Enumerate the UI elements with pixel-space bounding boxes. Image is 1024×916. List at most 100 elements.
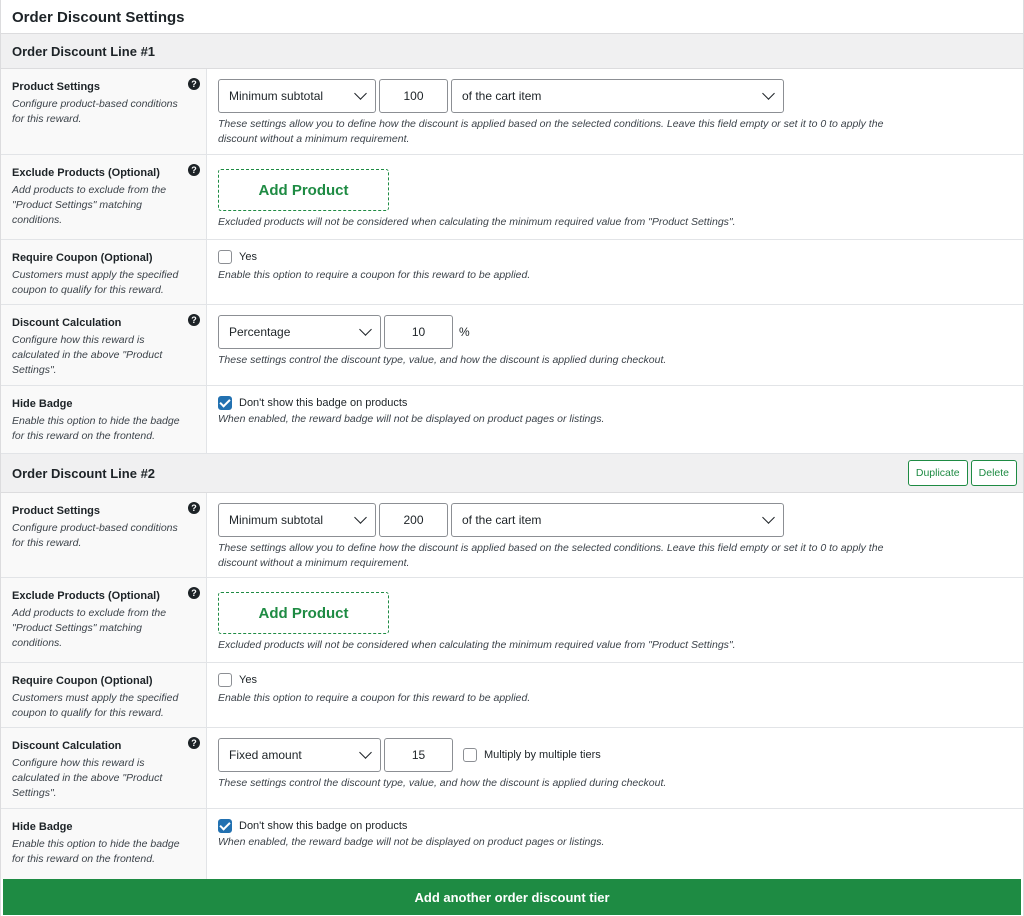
chevron-down-icon [354,87,367,100]
exclude-label: Exclude Products (Optional) [12,167,160,179]
require-coupon-checkbox[interactable]: Yes [218,673,1012,687]
badge-label-cell: Hide Badge Enable this option to hide th… [1,386,207,453]
line-2-exclude-row: Exclude Products (Optional) Add products… [1,578,1023,663]
coupon-sub: Customers must apply the specified coupo… [12,692,179,719]
line-2-header: Order Discount Line #2 Duplicate Delete [1,454,1023,493]
discount-label-cell: Discount Calculation Configure how this … [1,305,207,385]
discount-label-cell: Discount Calculation Configure how this … [1,728,207,808]
badge-desc: When enabled, the reward badge will not … [218,413,605,425]
require-coupon-label: Yes [239,674,257,686]
discount-sub: Configure how this reward is calculated … [12,334,163,376]
add-product-button[interactable]: Add Product [218,169,389,211]
require-coupon-checkbox[interactable]: Yes [218,250,1012,264]
multiply-tiers-checkbox[interactable]: Multiply by multiple tiers [463,748,601,762]
hide-badge-checkbox[interactable]: Don't show this badge on products [218,396,1012,410]
discount-value-input[interactable]: 10 [384,315,453,349]
exclude-desc: Excluded products will not be considered… [218,639,736,651]
coupon-label-cell: Require Coupon (Optional) Customers must… [1,240,207,304]
add-tier-button[interactable]: Add another order discount tier [3,879,1021,915]
add-product-button[interactable]: Add Product [218,592,389,634]
condition-select[interactable]: Minimum subtotal [218,79,376,113]
coupon-desc: Enable this option to require a coupon f… [218,269,531,281]
product-settings-sub: Configure product-based conditions for t… [12,98,178,125]
badge-sub: Enable this option to hide the badge for… [12,838,180,865]
help-icon[interactable]: ? [188,737,200,749]
coupon-field: Yes Enable this option to require a coup… [207,240,1023,304]
discount-value-input[interactable]: 15 [384,738,453,772]
checkbox-checked-icon[interactable] [218,396,232,410]
product-settings-label: Product Settings [12,81,101,93]
exclude-label: Exclude Products (Optional) [12,590,160,602]
scope-select-value: of the cart item [462,513,542,527]
threshold-input[interactable]: 100 [379,79,448,113]
product-settings-sub: Configure product-based conditions for t… [12,522,178,549]
require-coupon-label: Yes [239,251,257,263]
product-settings-field: Minimum subtotal 100 of the cart item Th… [207,69,1023,154]
badge-label-cell: Hide Badge Enable this option to hide th… [1,809,207,879]
help-icon[interactable]: ? [188,587,200,599]
discount-desc: These settings control the discount type… [218,354,667,366]
help-icon[interactable]: ? [188,314,200,326]
exclude-sub: Add products to exclude from the "Produc… [12,184,167,226]
line-1-product-settings-row: Product Settings Configure product-based… [1,69,1023,155]
line-1-coupon-row: Require Coupon (Optional) Customers must… [1,240,1023,305]
discount-sub: Configure how this reward is calculated … [12,757,163,799]
coupon-label: Require Coupon (Optional) [12,675,153,687]
order-discount-settings-panel: Order Discount Settings Order Discount L… [0,0,1024,916]
hide-badge-checkbox[interactable]: Don't show this badge on products [218,819,1012,833]
badge-field: Don't show this badge on products When e… [207,809,1023,879]
coupon-sub: Customers must apply the specified coupo… [12,269,179,296]
checkbox-icon[interactable] [218,673,232,687]
multiply-tiers-label: Multiply by multiple tiers [484,749,601,761]
line-1-title: Order Discount Line #1 [12,43,156,59]
product-settings-label-cell: Product Settings Configure product-based… [1,69,207,154]
coupon-label: Require Coupon (Optional) [12,252,153,264]
checkbox-icon[interactable] [463,748,477,762]
discount-type-value: Fixed amount [229,748,302,762]
coupon-field: Yes Enable this option to require a coup… [207,663,1023,727]
threshold-input[interactable]: 200 [379,503,448,537]
discount-desc: These settings control the discount type… [218,777,667,789]
discount-label: Discount Calculation [12,740,122,752]
line-2-actions: Duplicate Delete [907,460,1017,486]
product-settings-desc: These settings allow you to define how t… [218,542,884,569]
coupon-desc: Enable this option to require a coupon f… [218,692,531,704]
exclude-desc: Excluded products will not be considered… [218,216,736,228]
product-settings-desc: These settings allow you to define how t… [218,118,884,145]
hide-badge-label: Don't show this badge on products [239,820,408,832]
help-icon[interactable]: ? [188,78,200,90]
line-2-badge-row: Hide Badge Enable this option to hide th… [1,809,1023,879]
page-title: Order Discount Settings [1,0,1023,34]
exclude-field: Add Product Excluded products will not b… [207,155,1023,239]
badge-label: Hide Badge [12,821,73,833]
product-settings-label: Product Settings [12,505,101,517]
help-icon[interactable]: ? [188,502,200,514]
chevron-down-icon [354,511,367,524]
exclude-sub: Add products to exclude from the "Produc… [12,607,167,649]
checkbox-icon[interactable] [218,250,232,264]
scope-select[interactable]: of the cart item [451,503,784,537]
exclude-label-cell: Exclude Products (Optional) Add products… [1,155,207,239]
coupon-label-cell: Require Coupon (Optional) Customers must… [1,663,207,727]
duplicate-button[interactable]: Duplicate [907,460,968,486]
product-settings-label-cell: Product Settings Configure product-based… [1,493,207,577]
product-settings-field: Minimum subtotal 200 of the cart item Th… [207,493,1023,577]
checkbox-checked-icon[interactable] [218,819,232,833]
discount-type-select[interactable]: Fixed amount [218,738,381,772]
discount-field: Percentage 10 % These settings control t… [207,305,1023,385]
discount-type-select[interactable]: Percentage [218,315,381,349]
scope-select[interactable]: of the cart item [451,79,784,113]
discount-label: Discount Calculation [12,317,122,329]
line-2-discount-row: Discount Calculation Configure how this … [1,728,1023,809]
condition-select[interactable]: Minimum subtotal [218,503,376,537]
percent-unit: % [459,325,470,339]
line-2-title: Order Discount Line #2 [12,465,156,481]
condition-select-value: Minimum subtotal [229,89,324,103]
delete-button[interactable]: Delete [970,460,1017,486]
chevron-down-icon [359,323,372,336]
badge-desc: When enabled, the reward badge will not … [218,836,605,848]
badge-field: Don't show this badge on products When e… [207,386,1023,453]
discount-type-value: Percentage [229,325,291,339]
exclude-label-cell: Exclude Products (Optional) Add products… [1,578,207,662]
help-icon[interactable]: ? [188,164,200,176]
